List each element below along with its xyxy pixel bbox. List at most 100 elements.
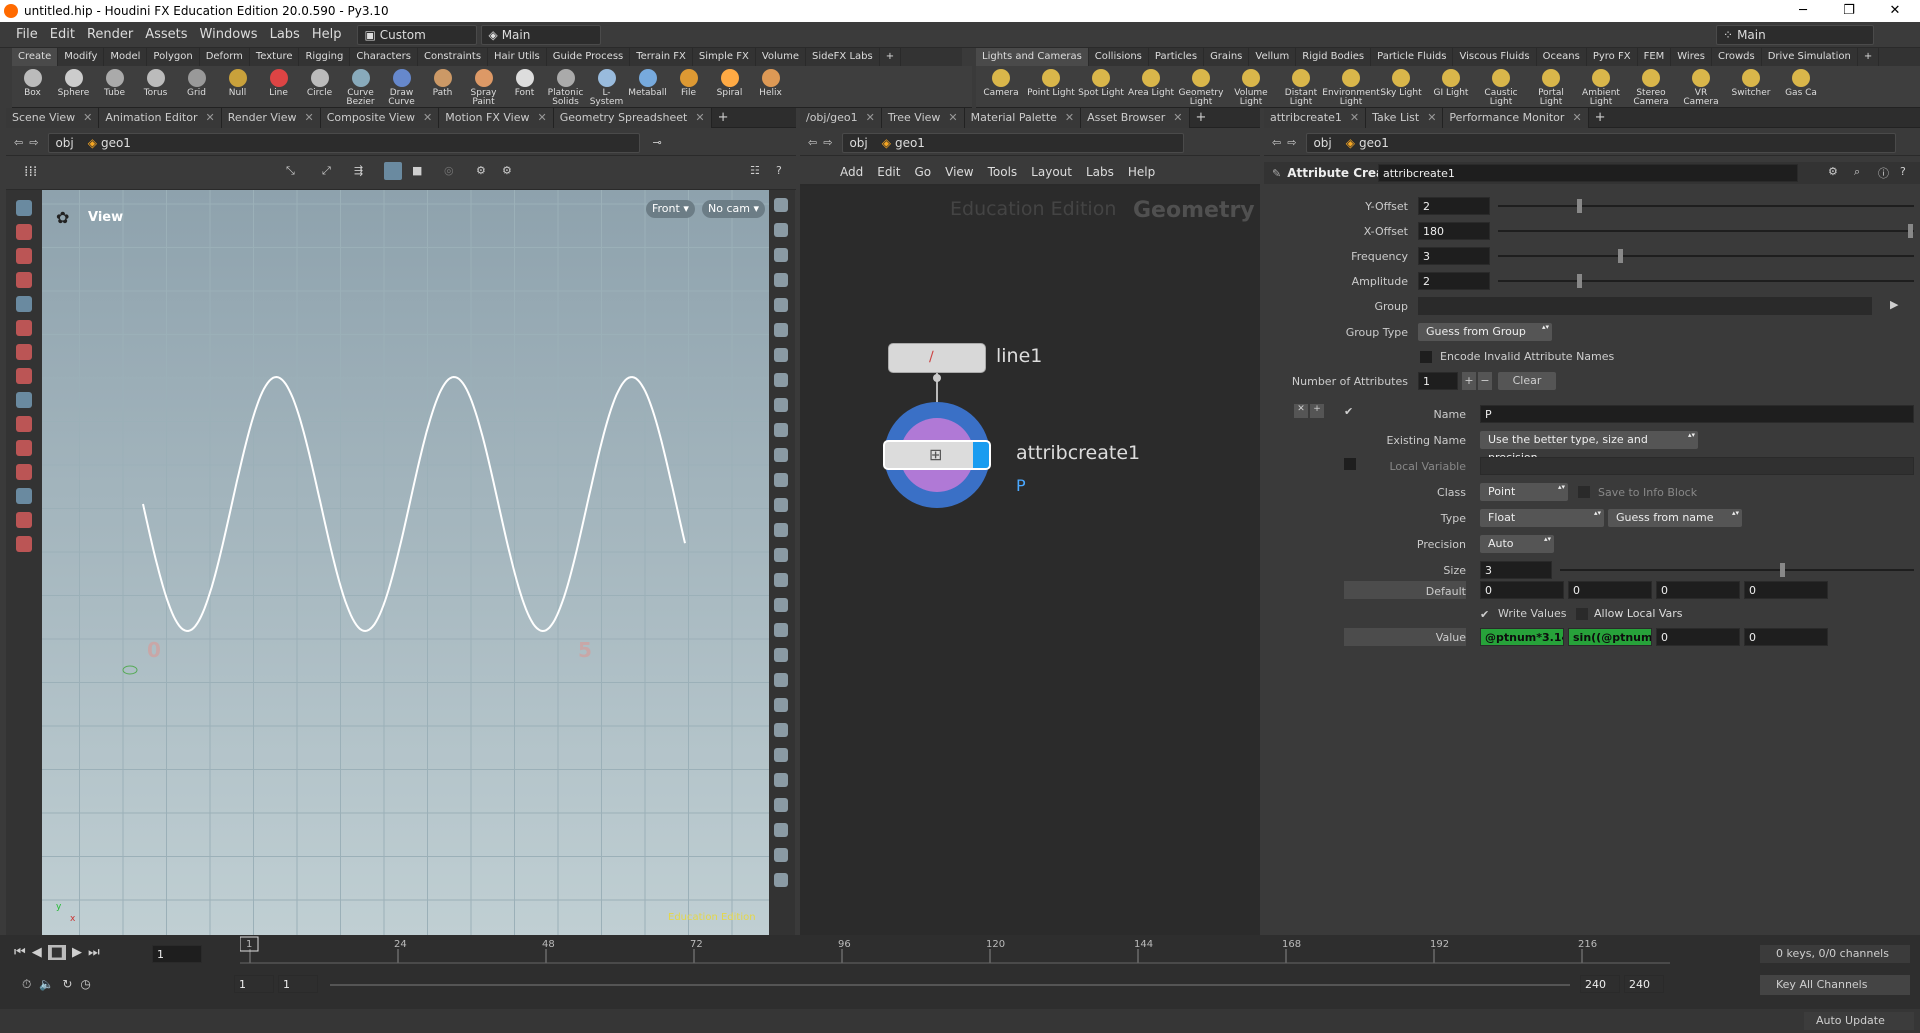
add-tab-icon[interactable]: + bbox=[1196, 110, 1207, 125]
tab-tree-view[interactable]: Tree View ✕ bbox=[881, 107, 965, 128]
close-tab-icon[interactable]: ✕ bbox=[206, 111, 215, 124]
class-menu[interactable]: Point bbox=[1480, 483, 1568, 501]
net-menu-layout[interactable]: Layout bbox=[1031, 165, 1072, 179]
tab-animation-editor[interactable]: Animation Editor ✕ bbox=[99, 107, 222, 128]
help-icon[interactable]: ? bbox=[1900, 165, 1906, 178]
net-geo-crumb[interactable]: geo1 bbox=[895, 136, 925, 150]
display-option-19-icon[interactable] bbox=[774, 648, 788, 662]
display-option-20-icon[interactable] bbox=[774, 673, 788, 687]
net-menu-go[interactable]: Go bbox=[914, 165, 931, 179]
right-path-field[interactable]: obj ◈ geo1 bbox=[1306, 132, 1897, 153]
tab-geometry-spreadsheet[interactable]: Geometry Spreadsheet ✕ bbox=[553, 107, 712, 128]
rotate-icon[interactable] bbox=[16, 344, 32, 360]
maximize-button[interactable]: ❐ bbox=[1826, 0, 1872, 22]
shelf-tool-circle[interactable]: Circle bbox=[299, 66, 340, 107]
shelf-tool-point-light[interactable]: Point Light bbox=[1026, 66, 1076, 107]
menu-help[interactable]: Help bbox=[306, 27, 348, 42]
display-option-8-icon[interactable] bbox=[774, 373, 788, 387]
snap-point-icon[interactable]: ⇶ bbox=[354, 164, 363, 177]
shelf-tool-box[interactable]: Box bbox=[12, 66, 53, 107]
search-icon[interactable]: ⌕ bbox=[1854, 165, 1860, 179]
net-menu-help[interactable]: Help bbox=[1128, 165, 1155, 179]
shelf-tab--[interactable]: + bbox=[1858, 48, 1880, 66]
shelf-tab-wires[interactable]: Wires bbox=[1671, 48, 1712, 66]
display-option-9-icon[interactable] bbox=[774, 398, 788, 412]
shelf-tab-rigid-bodies[interactable]: Rigid Bodies bbox=[1296, 48, 1372, 66]
shelf-tool-torus[interactable]: Torus bbox=[135, 66, 176, 107]
light-icon[interactable] bbox=[16, 512, 32, 528]
shelf-tab-collisions[interactable]: Collisions bbox=[1089, 48, 1149, 66]
tab-material-palette[interactable]: Material Palette ✕ bbox=[964, 107, 1082, 128]
shelf-tab-create[interactable]: Create bbox=[12, 48, 59, 66]
goto-end-icon[interactable]: ⏭ bbox=[88, 945, 100, 960]
shelf-tool-sky-light[interactable]: Sky Light bbox=[1376, 66, 1426, 107]
display-option-23-icon[interactable] bbox=[774, 748, 788, 762]
y-offset-slider[interactable] bbox=[1498, 199, 1914, 213]
shelf-tab-guide-process[interactable]: Guide Process bbox=[547, 48, 631, 66]
display-option-21-icon[interactable] bbox=[774, 698, 788, 712]
node-attribcreate1[interactable]: ⊞ bbox=[883, 440, 991, 470]
play-icon[interactable]: ▶ bbox=[72, 945, 82, 960]
display-option-3-icon[interactable] bbox=[774, 248, 788, 262]
select-icon[interactable] bbox=[16, 200, 32, 216]
info-icon[interactable]: ⓘ bbox=[1878, 165, 1889, 181]
display-option-14-icon[interactable] bbox=[774, 523, 788, 537]
stop-playback-icon[interactable]: ■ bbox=[47, 945, 66, 960]
desktop-selector[interactable]: ▣ Custom bbox=[357, 24, 478, 45]
value-field-3[interactable]: 0 bbox=[1656, 628, 1740, 646]
right-context-selector[interactable]: ⁘ Main bbox=[1716, 24, 1874, 45]
amplitude-slider[interactable] bbox=[1498, 274, 1914, 288]
shelf-tab-viscous-fluids[interactable]: Viscous Fluids bbox=[1453, 48, 1537, 66]
shelf-tool-metaball[interactable]: Metaball bbox=[627, 66, 668, 107]
close-tab-icon[interactable]: ✕ bbox=[1350, 111, 1359, 124]
frame-ruler[interactable]: 1244872961201441681922162 bbox=[240, 935, 1670, 971]
close-tab-icon[interactable]: ✕ bbox=[695, 111, 704, 124]
render-icon[interactable] bbox=[16, 536, 32, 552]
transform-icon[interactable] bbox=[16, 320, 32, 336]
default-field-1[interactable]: 0 bbox=[1480, 581, 1564, 599]
display-option-7-icon[interactable] bbox=[774, 348, 788, 362]
shelf-tab-hair-utils[interactable]: Hair Utils bbox=[488, 48, 547, 66]
help-icon[interactable]: ? bbox=[776, 164, 782, 177]
forward-icon[interactable]: ⇨ bbox=[29, 136, 38, 149]
group-field[interactable] bbox=[1418, 297, 1872, 315]
num-attribs-field[interactable]: 1 bbox=[1418, 372, 1458, 390]
clock-icon[interactable]: ◷ bbox=[80, 977, 90, 992]
close-tab-icon[interactable]: ✕ bbox=[1572, 111, 1581, 124]
shelf-tab-oceans[interactable]: Oceans bbox=[1537, 48, 1587, 66]
display-option-15-icon[interactable] bbox=[774, 548, 788, 562]
display-option-18-icon[interactable] bbox=[774, 623, 788, 637]
clear-button[interactable]: Clear bbox=[1498, 372, 1556, 390]
shelf-tool-volume-light[interactable]: Volume Light bbox=[1226, 66, 1276, 107]
close-tab-icon[interactable]: ✕ bbox=[866, 111, 875, 124]
net-menu-tools[interactable]: Tools bbox=[988, 165, 1018, 179]
display-option-10-icon[interactable] bbox=[774, 423, 788, 437]
shelf-tab-vellum[interactable]: Vellum bbox=[1249, 48, 1297, 66]
display-option-13-icon[interactable] bbox=[774, 498, 788, 512]
precision-menu[interactable]: Auto bbox=[1480, 535, 1554, 553]
shelf-tool-caustic-light[interactable]: Caustic Light bbox=[1476, 66, 1526, 107]
record-icon[interactable]: ◎ bbox=[444, 164, 454, 177]
default-field-4[interactable]: 0 bbox=[1744, 581, 1828, 599]
value-field-2[interactable]: sin((@ptnum + bbox=[1568, 628, 1652, 646]
grid-menu-icon[interactable]: ⁞⁞⁞ bbox=[24, 164, 37, 180]
tab-take-list[interactable]: Take List ✕ bbox=[1366, 107, 1444, 128]
snap-active-icon[interactable] bbox=[384, 162, 402, 180]
snap-grid-icon[interactable]: ⤢ bbox=[322, 164, 331, 178]
shelf-tool-gi-light[interactable]: GI Light bbox=[1426, 66, 1476, 107]
shelf-tool-null[interactable]: Null bbox=[217, 66, 258, 107]
shelf-tab-model[interactable]: Model bbox=[104, 48, 148, 66]
shelf-tool-font[interactable]: Font bbox=[504, 66, 545, 107]
shelf-tool-stereo-camera[interactable]: Stereo Camera bbox=[1626, 66, 1676, 107]
shelf-tab-crowds[interactable]: Crowds bbox=[1712, 48, 1762, 66]
sine-curve[interactable] bbox=[142, 375, 686, 633]
tab-scene-view[interactable]: Scene View ✕ bbox=[6, 107, 100, 128]
paint-icon[interactable] bbox=[16, 296, 32, 312]
menu-edit[interactable]: Edit bbox=[44, 27, 81, 42]
range-start2-field[interactable]: 1 bbox=[278, 975, 318, 993]
display-option-25-icon[interactable] bbox=[774, 798, 788, 812]
write-values-checkbox[interactable]: ✔ bbox=[1480, 608, 1492, 621]
range-end-field[interactable]: 240 bbox=[1580, 975, 1620, 993]
tab-performance-monitor[interactable]: Performance Monitor ✕ bbox=[1443, 107, 1589, 128]
current-frame-field[interactable]: 1 bbox=[152, 945, 202, 963]
